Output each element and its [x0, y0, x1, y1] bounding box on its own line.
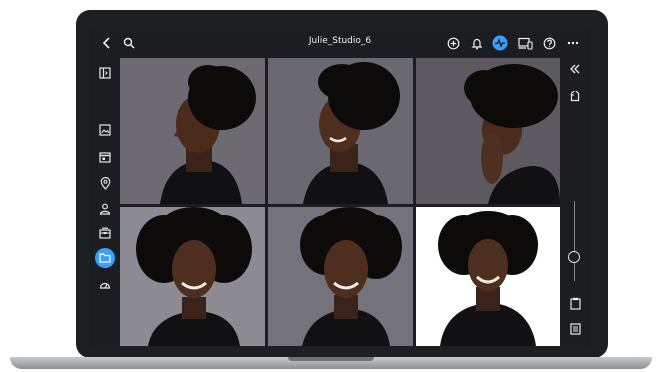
laptop-notch	[288, 357, 374, 361]
panel-toggle-icon	[99, 67, 111, 79]
left-sidebar	[90, 56, 120, 346]
panel-toggle-button[interactable]	[96, 64, 114, 82]
sidebar-item-photos[interactable]	[96, 121, 114, 139]
clipboard-button[interactable]	[566, 294, 584, 312]
albums-icon	[99, 227, 111, 239]
app-screen: Julie_Studio_6	[90, 30, 590, 346]
notifications-button[interactable]	[468, 34, 486, 52]
activity-button[interactable]	[491, 34, 509, 52]
window-title: Julie_Studio_6	[308, 36, 372, 46]
devices-icon	[517, 37, 533, 50]
sidebar-item-folders[interactable]	[95, 248, 115, 268]
collapse-button[interactable]	[566, 60, 584, 78]
portrait-photo	[120, 58, 265, 204]
portrait-photo	[268, 58, 413, 204]
location-icon	[100, 176, 110, 190]
search-button[interactable]	[120, 34, 138, 52]
portrait-photo	[268, 207, 413, 346]
right-sidebar	[560, 56, 590, 346]
photo-thumbnail[interactable]	[120, 58, 265, 204]
photo-grid	[120, 58, 560, 346]
more-button[interactable]	[564, 34, 582, 52]
photos-icon	[99, 124, 111, 136]
photo-thumbnail[interactable]	[120, 207, 265, 346]
sidebar-item-people[interactable]	[96, 200, 114, 218]
more-icon	[567, 41, 579, 45]
activity-icon	[492, 35, 508, 51]
person-icon	[99, 203, 111, 215]
sidebar-item-albums[interactable]	[96, 224, 114, 242]
tag-button[interactable]	[566, 88, 584, 106]
devices-button[interactable]	[516, 34, 534, 52]
list-icon	[569, 323, 581, 335]
collapse-icon	[570, 64, 580, 74]
sidebar-item-calendar[interactable]	[96, 148, 114, 166]
add-button[interactable]	[444, 34, 462, 52]
photo-thumbnail[interactable]	[416, 207, 560, 346]
photo-thumbnail[interactable]	[416, 58, 560, 204]
sidebar-item-location[interactable]	[96, 174, 114, 192]
list-button[interactable]	[566, 320, 584, 338]
help-icon	[543, 37, 555, 49]
bell-icon	[471, 38, 483, 49]
clipboard-icon	[569, 297, 581, 310]
zoom-slider-track[interactable]	[574, 201, 575, 281]
back-button[interactable]	[98, 34, 116, 52]
portrait-photo	[120, 207, 265, 346]
portrait-photo	[416, 58, 560, 204]
top-bar: Julie_Studio_6	[90, 30, 590, 56]
photo-thumbnail[interactable]	[268, 58, 413, 204]
search-icon	[123, 37, 135, 49]
help-button[interactable]	[540, 34, 558, 52]
add-circle-icon	[447, 37, 459, 49]
calendar-icon	[99, 152, 111, 163]
tag-icon	[570, 91, 580, 102]
dashboard-icon	[99, 282, 111, 289]
sidebar-item-dashboard[interactable]	[96, 276, 114, 294]
portrait-photo	[416, 207, 560, 346]
photo-thumbnail[interactable]	[268, 207, 413, 346]
folder-icon	[99, 253, 111, 263]
chevron-left-icon	[102, 37, 110, 49]
zoom-slider-handle[interactable]	[568, 251, 580, 263]
